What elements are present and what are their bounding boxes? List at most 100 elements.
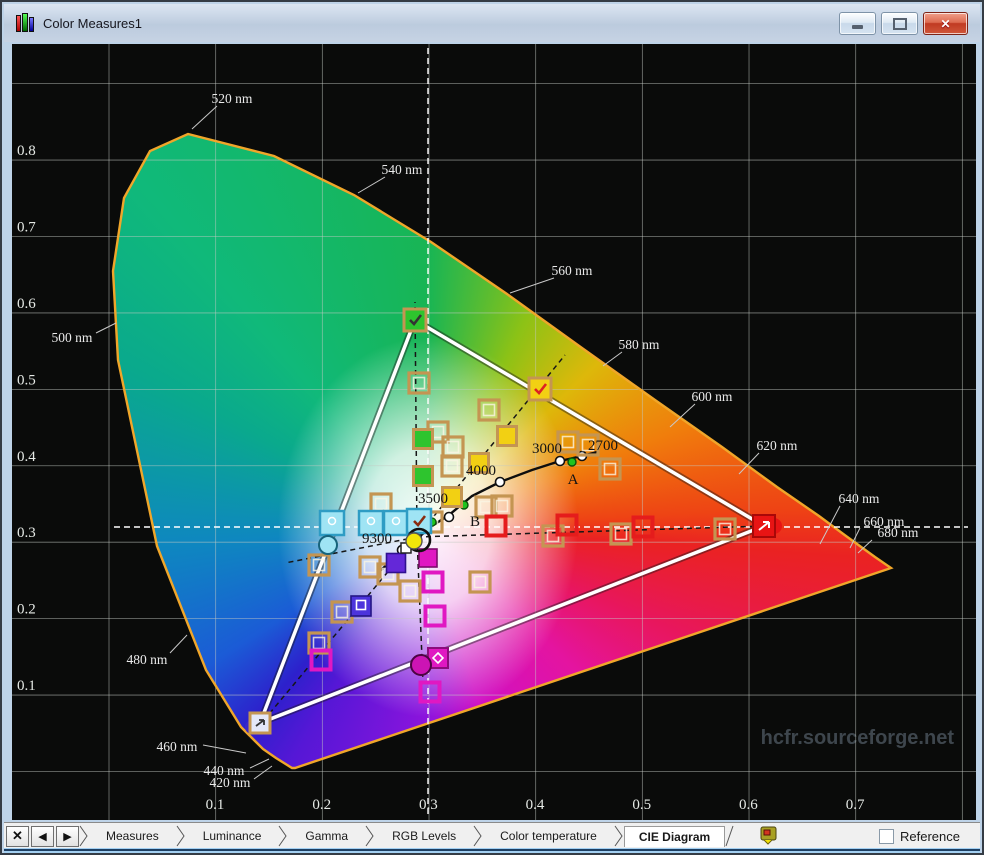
reference-target-marker <box>479 400 499 420</box>
wavelength-label: 480 nm <box>127 652 168 667</box>
wavelength-label: 680 nm <box>878 525 919 540</box>
temperature-label: A <box>568 472 579 488</box>
blackbody-point <box>556 457 565 466</box>
window-bottom-edge <box>4 849 980 851</box>
reference-target-inner <box>475 577 486 588</box>
reference-target-marker <box>409 373 429 393</box>
measured-white-dot <box>406 533 422 549</box>
temperature-label: 4000 <box>466 463 496 479</box>
minimize-button[interactable] <box>839 12 876 35</box>
reference-checkbox[interactable] <box>879 829 894 844</box>
wavelength-label: 620 nm <box>757 438 798 453</box>
wavelength-leader <box>358 177 385 193</box>
y-tick-label: 0.1 <box>17 678 36 694</box>
wavelength-leader <box>820 506 840 544</box>
tab-separator <box>365 825 375 847</box>
tab-bar: ✕ ◀ ▶ Measures Luminance Gamma RGB Level… <box>4 822 980 849</box>
cie-diagram-svg: hcfr.sourceforge.net 520 nm540 nm560 nm5… <box>12 44 976 820</box>
reference-target-marker <box>470 572 490 592</box>
temperature-label: 3000 <box>532 441 562 457</box>
wavelength-label: 600 nm <box>692 389 733 404</box>
prev-tab-button[interactable]: ◀ <box>31 826 54 847</box>
window-title: Color Measures1 <box>43 16 142 31</box>
y-tick-label: 0.4 <box>17 449 36 465</box>
tab-rgb-levels[interactable]: RGB Levels <box>375 826 473 846</box>
reference-target-inner <box>605 464 616 475</box>
tab-separator <box>176 825 186 847</box>
close-button[interactable]: ✕ <box>923 12 968 35</box>
temperature-label: 2700 <box>588 438 618 454</box>
gamut-dashed-line <box>415 302 417 537</box>
wavelength-label: 420 nm <box>210 775 251 790</box>
reference-target-marker <box>400 581 420 601</box>
wavelength-label: 580 nm <box>619 337 660 352</box>
magenta-measure-marker <box>424 573 443 592</box>
maximize-icon <box>893 18 907 30</box>
cyan-measure-marker <box>320 511 344 535</box>
wavelength-label: 560 nm <box>552 263 593 278</box>
wavelength-leader <box>510 278 554 293</box>
reference-label: Reference <box>900 829 960 844</box>
blue-secondary-marker <box>351 596 371 616</box>
x-tick-label: 0.6 <box>739 797 758 813</box>
y-tick-label: 0.2 <box>17 602 36 618</box>
next-tab-button[interactable]: ▶ <box>56 826 79 847</box>
yellow-secondary-vertex <box>529 378 551 400</box>
y-tick-label: 0.8 <box>17 143 36 159</box>
y-tick-label: 0.7 <box>17 219 36 235</box>
app-window: Color Measures1 ✕ hcfr.sourceforge.net 5… <box>0 0 984 855</box>
wavelength-leader <box>250 759 269 768</box>
tab-measures[interactable]: Measures <box>89 826 176 846</box>
wavelength-leader <box>170 635 187 653</box>
title-bar[interactable]: Color Measures1 ✕ <box>4 4 980 42</box>
reference-target-inner <box>497 501 508 512</box>
tab-separator <box>79 825 89 847</box>
reference-target-inner <box>481 502 492 513</box>
reference-target-inner <box>484 405 495 416</box>
x-tick-label: 0.2 <box>312 797 331 813</box>
temperature-label: B <box>470 514 480 530</box>
reference-target-inner <box>365 562 376 573</box>
measured-temp-dot <box>568 458 576 466</box>
wavelength-leader <box>670 404 695 427</box>
close-view-button[interactable]: ✕ <box>6 826 29 847</box>
magenta-measure-marker <box>421 683 440 702</box>
tab-separator <box>725 825 735 847</box>
reference-target-inner <box>337 607 348 618</box>
reference-target-marker <box>443 437 463 457</box>
cyan-secondary-circle <box>319 536 337 554</box>
tab-separator <box>614 825 624 847</box>
x-tick-label: 0.3 <box>419 797 438 813</box>
y-tick-label: 0.6 <box>17 296 36 312</box>
x-tick-label: 0.5 <box>632 797 651 813</box>
y-tick-label: 0.5 <box>17 372 36 388</box>
temperature-label: 3500 <box>418 491 448 507</box>
tab-color-temperature[interactable]: Color temperature <box>483 826 614 846</box>
green-measure-marker <box>414 430 433 449</box>
purple-fill-marker <box>387 554 406 573</box>
x-tick-label: 0.4 <box>526 797 545 813</box>
wavelength-label: 500 nm <box>52 330 93 345</box>
minimize-icon <box>852 25 863 29</box>
red-measure-marker <box>487 517 506 536</box>
green-measure-marker <box>414 467 433 486</box>
reference-target-inner <box>405 586 416 597</box>
wavelength-leader <box>254 766 272 779</box>
tab-separator <box>473 825 483 847</box>
y-tick-label: 0.3 <box>17 525 36 541</box>
blackbody-point <box>445 513 454 522</box>
reference-target-inner <box>314 638 325 649</box>
tab-separator <box>278 825 288 847</box>
green-primary-vertex <box>404 309 426 331</box>
reference-target-inner <box>376 499 387 510</box>
rgb-bars-icon <box>16 14 34 32</box>
wavelength-leader <box>203 745 246 753</box>
tab-gamma[interactable]: Gamma <box>288 826 365 846</box>
maximize-button[interactable] <box>881 12 918 35</box>
wavelength-label: 540 nm <box>382 162 423 177</box>
tab-luminance[interactable]: Luminance <box>186 826 279 846</box>
wavelength-label: 460 nm <box>157 739 198 754</box>
reference-target-marker <box>600 459 620 479</box>
wavelength-label: 640 nm <box>839 491 880 506</box>
tab-cie-diagram[interactable]: CIE Diagram <box>624 826 725 847</box>
